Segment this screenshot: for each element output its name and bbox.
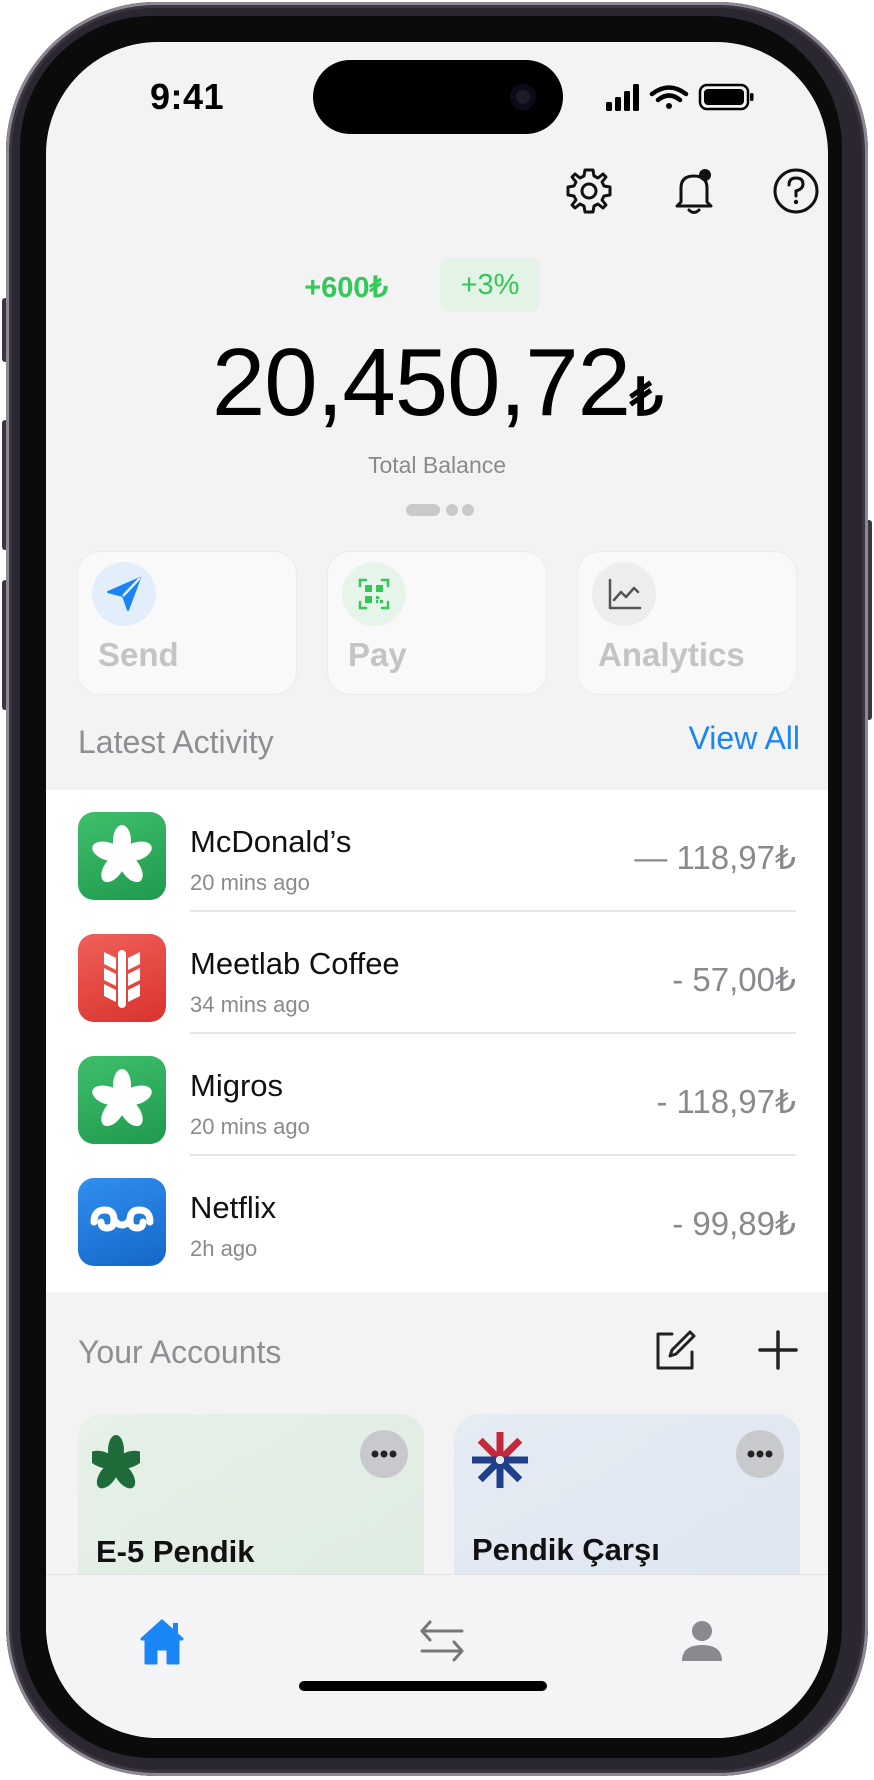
notification-bell-icon[interactable] xyxy=(669,166,719,216)
home-indicator[interactable] xyxy=(299,1681,547,1691)
transaction-time: 20 mins ago xyxy=(190,1114,310,1139)
merchant-name: Migros xyxy=(190,1068,284,1103)
analytics-label: Analytics xyxy=(598,636,745,673)
green-clover-logo xyxy=(78,1056,166,1144)
send-label: Send xyxy=(98,636,179,673)
analytics-button[interactable]: Analytics xyxy=(578,552,796,694)
balance-label: Total Balance xyxy=(367,452,507,478)
latest-activity-title: Latest Activity xyxy=(78,724,274,760)
balance-change-amount: +600₺ xyxy=(304,272,388,304)
status-time: 9:41 xyxy=(150,76,225,117)
more-icon xyxy=(747,1450,773,1458)
transaction-time: 34 mins ago xyxy=(190,992,310,1017)
qr-code-icon xyxy=(342,562,406,626)
help-icon[interactable] xyxy=(771,166,821,216)
account-more-button[interactable] xyxy=(360,1430,408,1478)
page-dot[interactable] xyxy=(462,504,474,516)
send-button[interactable]: Send xyxy=(78,552,296,694)
add-icon[interactable] xyxy=(756,1328,800,1372)
wifi-icon xyxy=(649,85,689,109)
page-dot-active[interactable] xyxy=(406,504,440,516)
account-name: E-5 Pendik xyxy=(96,1534,255,1569)
settings-icon[interactable] xyxy=(564,166,614,216)
dynamic-island xyxy=(313,60,563,134)
balance-change-percent-badge: +3% xyxy=(440,258,540,312)
merchant-name: Netflix xyxy=(190,1190,277,1225)
home-icon[interactable] xyxy=(132,1611,192,1671)
status-icons xyxy=(606,83,754,111)
clover-logo xyxy=(92,1435,140,1489)
signal-icon xyxy=(606,84,639,111)
tab-bar xyxy=(46,1574,828,1738)
page-dot[interactable] xyxy=(446,504,458,516)
screen: 9:41 +600₺ +3% 20,450,72₺ Total Balance … xyxy=(46,42,828,1738)
activity-row[interactable]: Meetlab Coffee 34 mins ago - 57,00₺ xyxy=(46,912,828,1034)
transaction-amount: - 99,89₺ xyxy=(672,1205,796,1242)
balance-currency: ₺ xyxy=(629,369,663,427)
blue-wave-logo xyxy=(78,1178,166,1266)
transaction-time: 2h ago xyxy=(190,1236,258,1261)
profile-icon[interactable] xyxy=(672,1611,732,1671)
your-accounts-title: Your Accounts xyxy=(78,1334,282,1370)
transaction-amount: - 57,00₺ xyxy=(672,961,796,998)
pay-button[interactable]: Pay xyxy=(328,552,546,694)
battery-icon xyxy=(698,83,754,111)
merchant-name: Meetlab Coffee xyxy=(190,946,400,981)
balance-amount: 20,450,72 xyxy=(211,329,631,436)
transaction-amount: - 118,97₺ xyxy=(656,1083,796,1120)
send-icon xyxy=(92,562,156,626)
activity-row[interactable]: Netflix 2h ago - 99,89₺ xyxy=(46,1156,828,1278)
transfer-icon[interactable] xyxy=(412,1611,472,1671)
activity-row[interactable]: Migros 20 mins ago - 118,97₺ xyxy=(46,1034,828,1156)
activity-list: McDonald’s 20 mins ago — 118,97₺ Meetlab… xyxy=(46,790,828,1292)
account-name: Pendik Çarşı xyxy=(472,1532,660,1567)
camera-icon xyxy=(510,84,536,110)
red-wheat-logo xyxy=(78,934,166,1022)
more-icon xyxy=(371,1450,397,1458)
view-all-link[interactable]: View All xyxy=(689,720,800,757)
total-balance: 20,450,72₺ xyxy=(46,328,828,438)
transaction-time: 20 mins ago xyxy=(190,870,310,895)
account-more-button[interactable] xyxy=(736,1430,784,1478)
transaction-amount: — 118,97₺ xyxy=(634,839,796,876)
edit-icon[interactable] xyxy=(650,1326,698,1374)
star-logo xyxy=(472,1432,528,1488)
pay-label: Pay xyxy=(348,636,407,673)
merchant-name: McDonald’s xyxy=(190,824,352,859)
activity-row[interactable]: McDonald’s 20 mins ago — 118,97₺ xyxy=(46,790,828,912)
green-clover-logo xyxy=(78,812,166,900)
chart-icon xyxy=(592,562,656,626)
